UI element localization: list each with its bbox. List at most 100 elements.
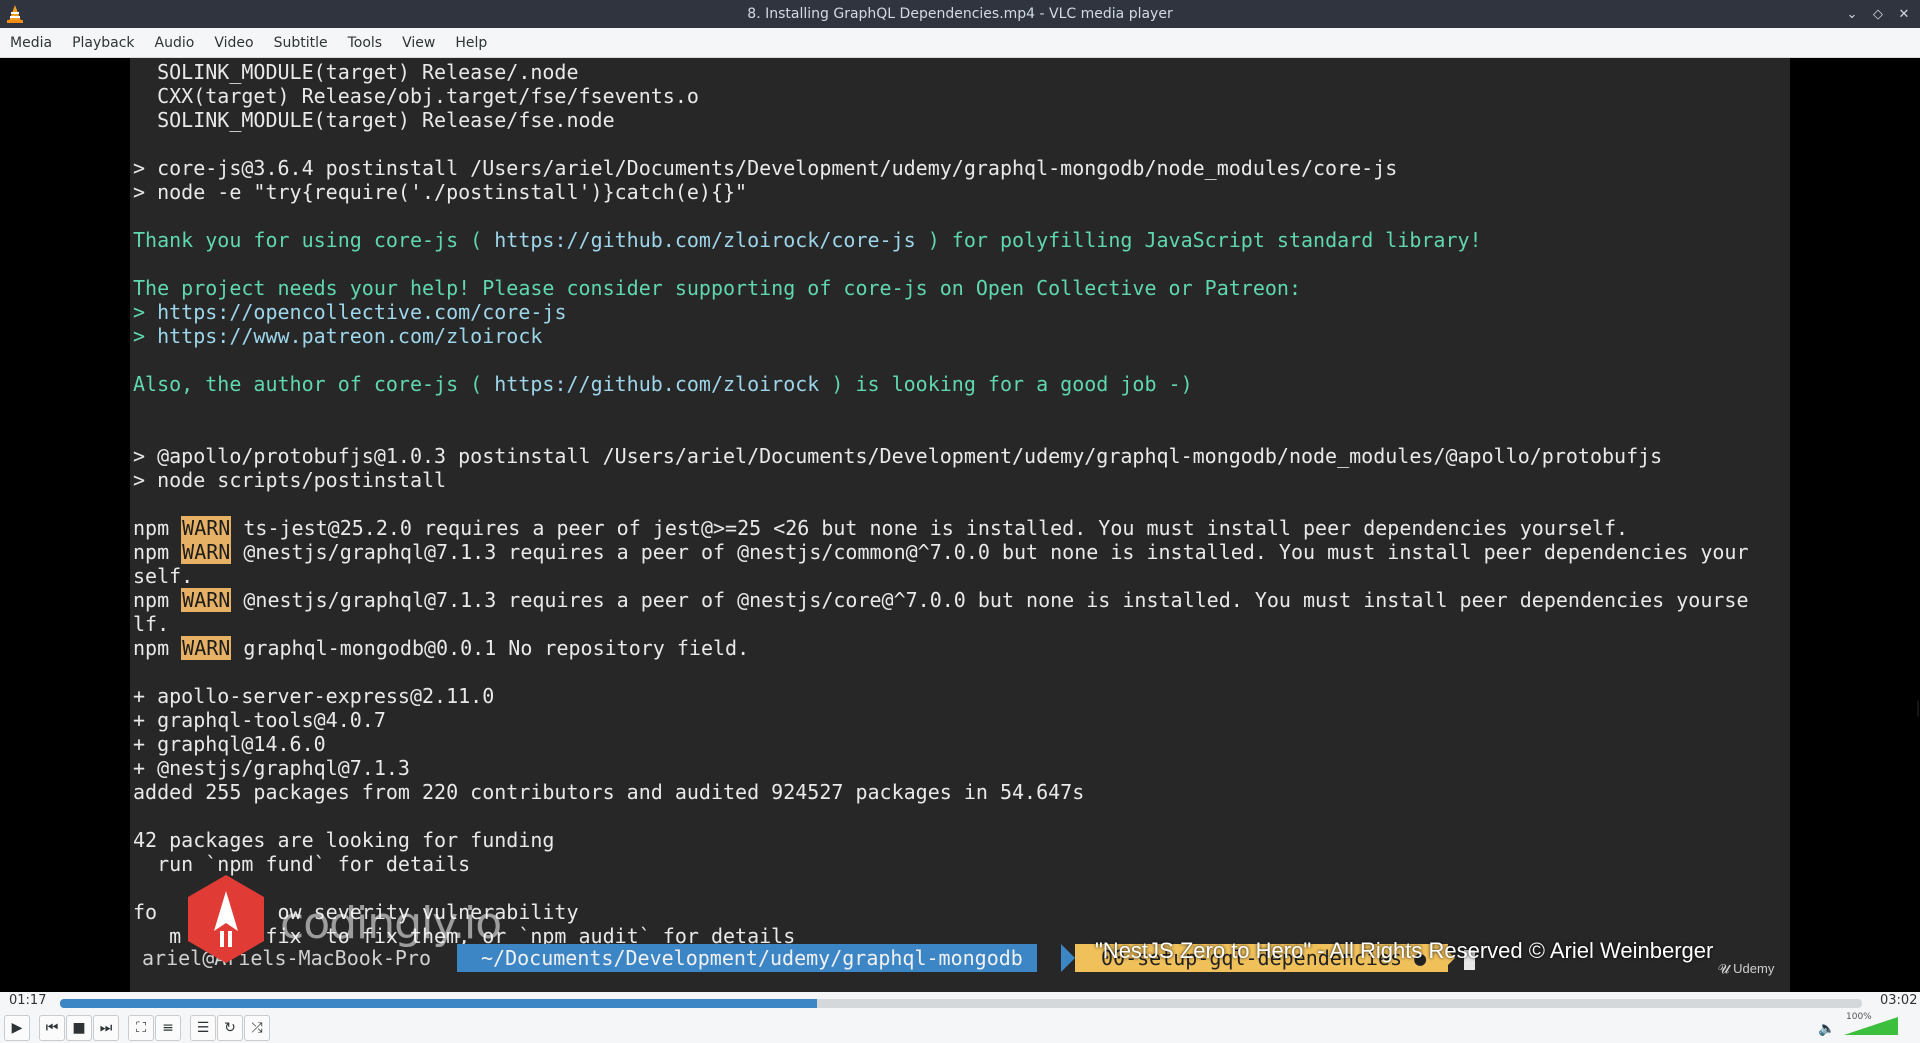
next-icon: ⏭ <box>99 1020 113 1036</box>
terminal-line: + @nestjs/graphql@7.1.3 <box>133 756 410 780</box>
terminal-text: @nestjs/graphql@7.1.3 requires a peer of… <box>231 588 1749 612</box>
stop-icon: ■ <box>72 1020 86 1036</box>
terminal-text: ) is looking for a good job -) <box>819 372 1193 396</box>
terminal-text: npm <box>133 588 182 612</box>
menu-view[interactable]: View <box>392 28 445 58</box>
terminal-text: Thank you for using core-js ( <box>133 228 495 252</box>
prompt-separator <box>1061 944 1075 972</box>
mouse-cursor-icon: ∣ <box>1914 698 1920 717</box>
copyright-text: "NestJS Zero to Hero" - All Rights Reser… <box>1095 938 1714 963</box>
menu-help[interactable]: Help <box>445 28 497 58</box>
play-button[interactable]: ▶ <box>4 1015 30 1041</box>
playlist-icon: ☰ <box>196 1020 210 1036</box>
player-controls: 01:17 03:02 ▶ ⏮ ■ ⏭ ⛶ ≡ ☰ ↻ ⤮ 🔈 100% <box>0 992 1920 1043</box>
video-area[interactable]: SOLINK_MODULE(target) Release/.node CXX(… <box>0 58 1920 992</box>
stop-button[interactable]: ■ <box>66 1015 92 1041</box>
terminal-output: SOLINK_MODULE(target) Release/.node CXX(… <box>133 60 1749 948</box>
shuffle-button[interactable]: ⤮ <box>244 1015 270 1041</box>
loop-icon: ↻ <box>224 1020 236 1036</box>
warn-badge: WARN <box>181 636 232 660</box>
menu-audio[interactable]: Audio <box>145 28 205 58</box>
terminal-line: > node -e "try{require('./postinstall')}… <box>133 180 748 204</box>
codingly-logo-icon <box>188 875 264 963</box>
fullscreen-button[interactable]: ⛶ <box>128 1015 154 1041</box>
terminal-text: @nestjs/graphql@7.1.3 requires a peer of… <box>231 540 1749 564</box>
terminal-line: Thank you for using core-js ( https://gi… <box>133 228 1749 252</box>
title-bar: 8. Installing GraphQL Dependencies.mp4 -… <box>0 0 1920 28</box>
loop-button[interactable]: ↻ <box>217 1015 243 1041</box>
terminal-text: npm <box>133 540 182 564</box>
previous-icon: ⏮ <box>45 1020 59 1036</box>
terminal-text: ts-jest@25.2.0 requires a peer of jest@>… <box>231 516 1629 540</box>
terminal-text: npm <box>133 636 182 660</box>
warn-badge: WARN <box>181 588 232 612</box>
terminal-line: npm WARN ts-jest@25.2.0 requires a peer … <box>133 516 1749 540</box>
volume-icon[interactable]: 🔈 <box>1818 1021 1835 1037</box>
terminal-text: npm <box>133 516 182 540</box>
terminal-line: > https://opencollective.com/core-js <box>133 300 1749 324</box>
terminal-text: https://www.patreon.com/zloirock <box>157 324 543 348</box>
elapsed-time: 01:17 <box>9 993 47 1008</box>
udemy-watermark: 𝓤 Udemy <box>1718 961 1775 976</box>
seek-progress <box>60 999 817 1008</box>
terminal-line: added 255 packages from 220 contributors… <box>133 780 1085 804</box>
menu-video[interactable]: Video <box>204 28 263 58</box>
total-time: 03:02 <box>1880 993 1918 1008</box>
warn-badge: WARN <box>181 540 232 564</box>
equalizer-icon: ≡ <box>162 1020 174 1036</box>
terminal-line: > core-js@3.6.4 postinstall /Users/ariel… <box>133 156 1398 180</box>
menu-media[interactable]: Media <box>0 28 62 58</box>
warn-badge: WARN <box>181 516 232 540</box>
maximize-icon[interactable]: ◇ <box>1868 4 1888 24</box>
terminal-text: The project needs your help! Please cons… <box>133 276 1301 300</box>
menu-tools[interactable]: Tools <box>338 28 393 58</box>
terminal-line: self. <box>133 564 194 588</box>
menu-bar: Media Playback Audio Video Subtitle Tool… <box>0 28 1920 58</box>
terminal-line: > https://www.patreon.com/zloirock <box>133 324 1749 348</box>
terminal-line: > @apollo/protobufjs@1.0.3 postinstall /… <box>133 444 1663 468</box>
terminal-line: + graphql-tools@4.0.7 <box>133 708 386 732</box>
extended-settings-button[interactable]: ≡ <box>155 1015 181 1041</box>
menu-playback[interactable]: Playback <box>62 28 144 58</box>
seek-bar[interactable] <box>60 999 1862 1008</box>
terminal-line: npm WARN @nestjs/graphql@7.1.3 requires … <box>133 588 1749 612</box>
terminal-line: lf. <box>133 612 170 636</box>
minimize-icon[interactable]: ⌄ <box>1842 4 1862 24</box>
terminal-text: https://opencollective.com/core-js <box>157 300 567 324</box>
terminal-text: https://github.com/zloirock/core-js <box>494 228 916 252</box>
terminal-text: > <box>133 324 158 348</box>
terminal-line: The project needs your help! Please cons… <box>133 276 1749 300</box>
shuffle-icon: ⤮ <box>251 1020 263 1036</box>
terminal-text: ) for polyfilling JavaScript standard li… <box>915 228 1482 252</box>
watermark-text: codingly.io <box>280 898 502 949</box>
volume-percent: 100% <box>1846 1012 1872 1022</box>
fullscreen-icon: ⛶ <box>136 1020 146 1036</box>
play-icon: ▶ <box>11 1020 23 1036</box>
terminal-line: + apollo-server-express@2.11.0 <box>133 684 495 708</box>
udemy-label: Udemy <box>1733 961 1775 976</box>
terminal-line: CXX(target) Release/obj.target/fse/fseve… <box>133 84 699 108</box>
menu-subtitle[interactable]: Subtitle <box>264 28 338 58</box>
playlist-button[interactable]: ☰ <box>190 1015 216 1041</box>
window-title: 8. Installing GraphQL Dependencies.mp4 -… <box>747 6 1173 22</box>
close-icon[interactable]: ✕ <box>1894 4 1914 24</box>
terminal-text: Also, the author of core-js ( <box>133 372 495 396</box>
terminal-line: SOLINK_MODULE(target) Release/fse.node <box>133 108 615 132</box>
terminal-text: graphql-mongodb@0.0.1 No repository fiel… <box>231 636 750 660</box>
terminal-text: https://github.com/zloirock <box>494 372 820 396</box>
terminal-line: npm WARN @nestjs/graphql@7.1.3 requires … <box>133 540 1749 564</box>
video-frame: SOLINK_MODULE(target) Release/.node CXX(… <box>130 58 1790 992</box>
terminal-line: run `npm fund` for details <box>133 852 471 876</box>
next-button[interactable]: ⏭ <box>93 1015 119 1041</box>
terminal-line: Also, the author of core-js ( https://gi… <box>133 372 1749 396</box>
previous-button[interactable]: ⏮ <box>39 1015 65 1041</box>
